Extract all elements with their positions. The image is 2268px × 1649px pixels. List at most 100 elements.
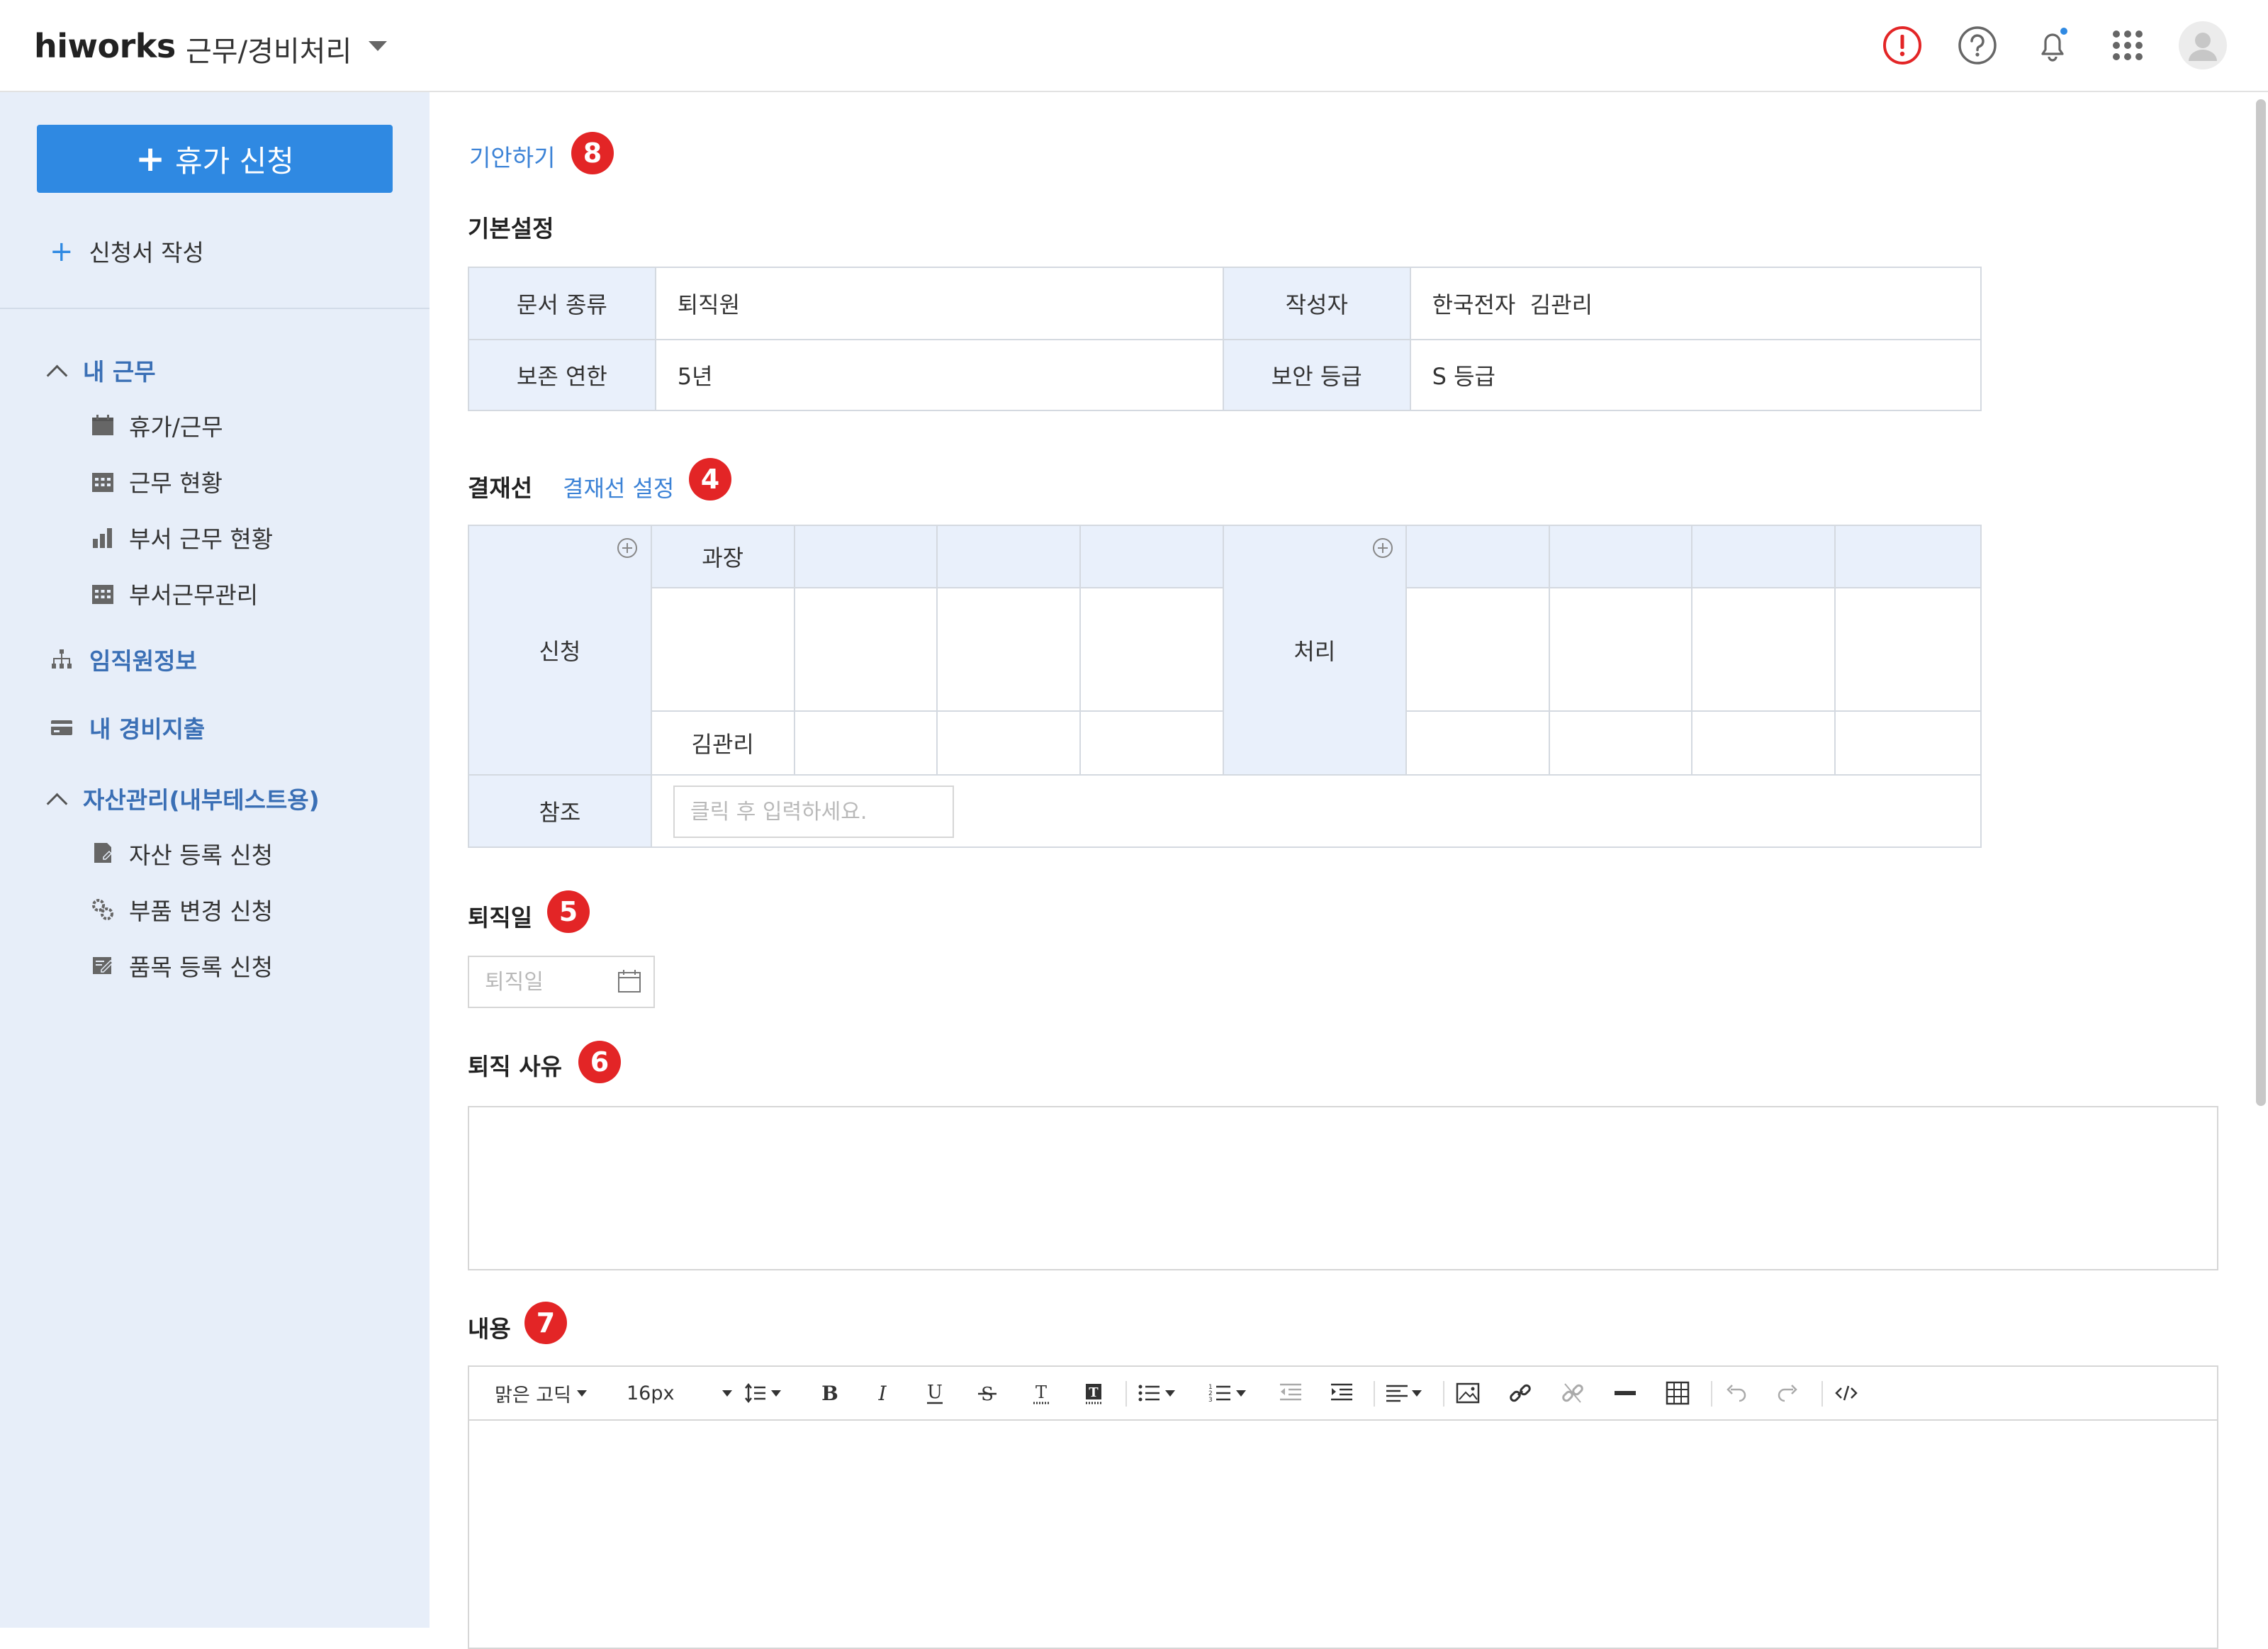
undo-button[interactable] (1722, 1377, 1749, 1409)
section-label: 자산관리(내부테스트용) (83, 786, 320, 814)
security-label: 보안 등급 (1222, 339, 1411, 411)
strikethrough-icon: S (978, 1384, 997, 1405)
code-icon (1835, 1385, 1858, 1401)
bold-button[interactable]: B (816, 1377, 843, 1409)
numbered-list-button[interactable]: 123 (1206, 1377, 1246, 1409)
sidebar-item-part-change[interactable]: 부품 변경 신청 (91, 893, 273, 927)
sidebar-item-asset-register[interactable]: 자산 등록 신청 (91, 837, 273, 871)
approver-name-cell: 김관리 (650, 710, 795, 776)
help-icon[interactable] (1956, 24, 1999, 67)
outdent-button[interactable] (1277, 1377, 1304, 1409)
brand-logo[interactable]: hiworks (34, 27, 176, 65)
line-height-button[interactable] (743, 1377, 781, 1409)
line-height-icon (745, 1382, 765, 1404)
editor-toolbar: 맑은 고딕 16px B I U S T T (469, 1367, 2217, 1421)
font-family-select[interactable]: 맑은 고딕 (495, 1377, 587, 1409)
sidebar-item-item-register[interactable]: 품목 등록 신청 (91, 949, 273, 983)
font-size-select[interactable]: 16px (627, 1377, 733, 1409)
write-application-link[interactable]: + 신청서 작성 (50, 234, 204, 268)
calendar-icon (92, 415, 113, 435)
background-color-button[interactable]: T (1080, 1377, 1107, 1409)
sidebar-item-work-status[interactable]: 근무 현황 (91, 464, 223, 498)
position-cell-empty (1834, 525, 1982, 588)
sidebar-item-label: 자산 등록 신청 (129, 842, 274, 869)
italic-button[interactable]: I (869, 1377, 896, 1409)
sidebar-item-my-expense[interactable]: 내 경비지출 (50, 710, 205, 744)
retire-reason-textarea[interactable] (468, 1106, 2218, 1270)
gears-icon (92, 899, 113, 920)
sidebar-item-dept-work-manage[interactable]: 부서근무관리 (91, 576, 258, 610)
position-cell-empty (1405, 525, 1550, 588)
sidebar-divider (0, 308, 430, 309)
author-value: 한국전자 김관리 (1409, 267, 1982, 340)
indent-button[interactable] (1328, 1377, 1355, 1409)
table-icon (1666, 1381, 1690, 1405)
retire-reason-title: 퇴직 사유 (468, 1053, 562, 1080)
bullet-list-button[interactable] (1135, 1377, 1175, 1409)
basic-settings-title: 기본설정 (468, 215, 554, 242)
redo-button[interactable] (1775, 1377, 1802, 1409)
bullet-list-icon (1138, 1385, 1160, 1402)
font-size-value: 16px (627, 1382, 675, 1404)
retention-label: 보존 연한 (468, 339, 656, 411)
signature-cell (936, 587, 1082, 712)
strikethrough-button[interactable]: S (974, 1377, 1001, 1409)
image-button[interactable] (1454, 1377, 1481, 1409)
leave-request-button[interactable]: + 휴가 신청 (37, 125, 393, 193)
scrollbar-thumb[interactable] (2256, 99, 2266, 1106)
underline-icon: U (927, 1382, 943, 1404)
sidebar-item-dept-work-status[interactable]: 부서 근무 현황 (91, 520, 273, 554)
write-application-label: 신청서 작성 (89, 239, 204, 267)
toolbar-divider (1821, 1381, 1823, 1407)
content-editor[interactable]: 맑은 고딕 16px B I U S T T (468, 1365, 2218, 1649)
apps-icon[interactable] (2106, 24, 2149, 67)
link-button[interactable] (1507, 1377, 1534, 1409)
font-color-button[interactable]: T (1028, 1377, 1055, 1409)
unlink-button[interactable] (1559, 1377, 1586, 1409)
svg-text:T: T (1089, 1385, 1099, 1400)
sidebar-item-employee-info[interactable]: 임직원정보 (50, 642, 197, 676)
redo-icon (1778, 1385, 1797, 1402)
sidebar-item-label: 내 경비지출 (89, 715, 206, 743)
link-icon (1510, 1384, 1531, 1402)
signature-cell (1405, 587, 1550, 712)
approval-line-setting-link[interactable]: 결재선 설정 (563, 471, 674, 503)
sidebar-section-my-work[interactable]: 내 근무 (43, 353, 156, 387)
sidebar-item-label: 휴가/근무 (129, 413, 223, 441)
reference-label: 참조 (468, 774, 652, 848)
source-code-button[interactable] (1833, 1377, 1860, 1409)
sidebar-item-label: 부서근무관리 (129, 581, 259, 609)
retire-date-title: 퇴직일 (468, 904, 533, 932)
add-processor-icon[interactable] (1372, 537, 1393, 559)
sidebar-item-leave-work[interactable]: 휴가/근무 (91, 408, 223, 442)
horizontal-rule-button[interactable] (1612, 1377, 1639, 1409)
menu-title[interactable]: 근무/경비처리 (186, 28, 352, 69)
svg-text:I: I (877, 1382, 887, 1405)
step-badge-content: 7 (524, 1302, 567, 1344)
signature-cell (1834, 587, 1982, 712)
add-applicant-icon[interactable] (617, 537, 638, 559)
menu-dropdown-icon[interactable] (369, 41, 387, 51)
avatar[interactable] (2179, 21, 2227, 69)
alert-icon[interactable] (1881, 24, 1924, 67)
draft-link[interactable]: 기안하기 (469, 139, 555, 173)
sidebar: + 휴가 신청 + 신청서 작성 내 근무 휴가/근무 근무 현황 부서 근무 현… (0, 92, 430, 1628)
toolbar-divider (1374, 1381, 1375, 1407)
sidebar-section-asset[interactable]: 자산관리(내부테스트용) (43, 781, 320, 815)
position-cell-empty (936, 525, 1082, 588)
bell-icon[interactable] (2031, 24, 2074, 67)
align-button[interactable] (1383, 1377, 1422, 1409)
indent-icon (1331, 1383, 1352, 1401)
reference-input[interactable] (673, 786, 954, 838)
unlink-icon (1562, 1383, 1583, 1403)
retention-value: 5년 (654, 339, 1224, 411)
approval-line-title: 결재선 (468, 474, 533, 502)
underline-button[interactable]: U (921, 1377, 948, 1409)
calendar-icon[interactable] (617, 968, 642, 994)
bar-chart-icon (93, 528, 112, 548)
sidebar-item-label: 근무 현황 (129, 469, 223, 497)
background-color-icon: T (1086, 1384, 1101, 1404)
table-button[interactable] (1664, 1377, 1691, 1409)
approver-name-cell (1548, 710, 1693, 776)
step-badge-reason: 6 (578, 1041, 621, 1083)
